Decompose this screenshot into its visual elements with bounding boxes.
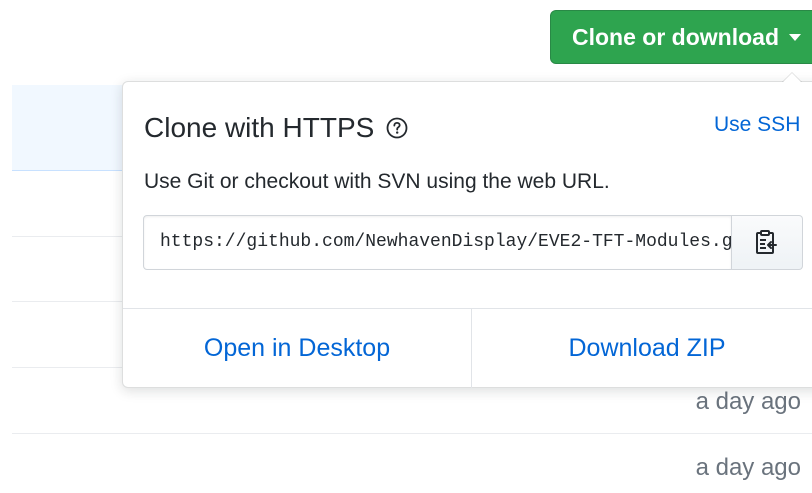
page: a day ago a day ago Clone or download Cl… — [0, 0, 812, 493]
caret-down-icon — [789, 33, 801, 41]
clone-actions: Open in Desktop Download ZIP — [123, 308, 812, 388]
open-in-desktop-button[interactable]: Open in Desktop — [123, 309, 472, 388]
file-list-divider — [12, 433, 812, 434]
download-zip-button[interactable]: Download ZIP — [472, 309, 812, 388]
dropdown-pointer — [782, 72, 802, 82]
question-circle-icon[interactable] — [386, 117, 408, 139]
clone-button-label: Clone or download — [572, 23, 779, 50]
clone-description: Use Git or checkout with SVN using the w… — [144, 170, 610, 193]
clone-title-text: Clone with HTTPS — [144, 112, 375, 143]
clone-url-input[interactable]: https://github.com/NewhavenDisplay/EVE2-… — [143, 215, 732, 270]
clone-url-group: https://github.com/NewhavenDisplay/EVE2-… — [143, 215, 803, 270]
clone-dropdown: Clone with HTTPS Use SSH Use Git or chec… — [122, 72, 812, 388]
clone-or-download-button[interactable]: Clone or download — [550, 10, 812, 64]
copy-url-button[interactable] — [732, 215, 803, 270]
file-commit-time: a day ago — [695, 388, 801, 415]
clone-title: Clone with HTTPS — [144, 112, 408, 144]
use-ssh-link[interactable]: Use SSH — [714, 113, 800, 137]
clipboard-icon — [756, 229, 777, 254]
file-commit-time: a day ago — [695, 454, 801, 481]
